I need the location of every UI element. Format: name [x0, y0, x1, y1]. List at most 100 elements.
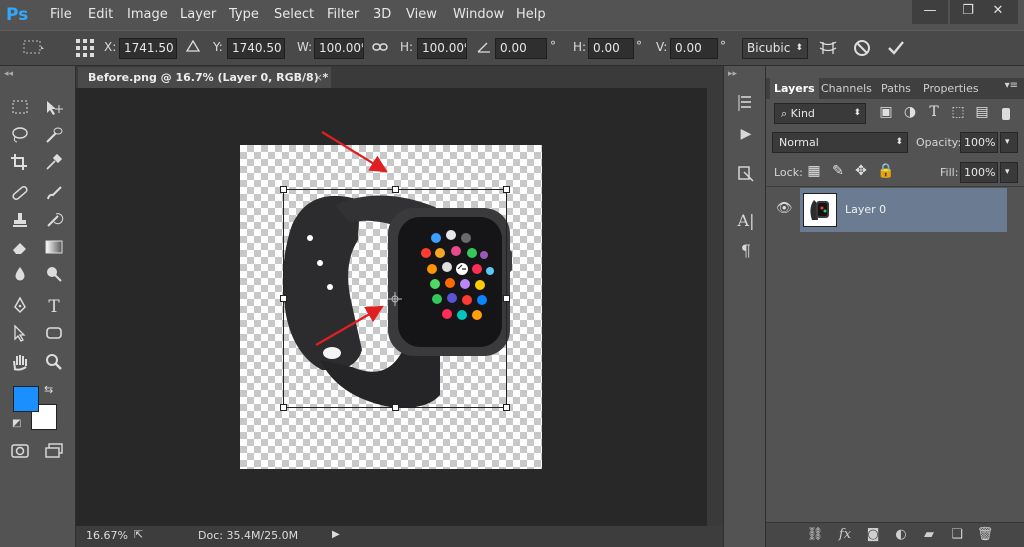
actions-play-icon[interactable]: ▶: [734, 122, 758, 146]
filter-type-icon[interactable]: T: [926, 104, 942, 120]
menu-window[interactable]: Window: [453, 0, 504, 30]
healing-brush-tool-icon[interactable]: [8, 184, 32, 206]
marquee-tool-icon[interactable]: [8, 99, 32, 121]
opacity-dropdown-icon[interactable]: ▾: [1000, 132, 1018, 153]
layer-row[interactable]: Layer 0: [800, 188, 1007, 232]
eraser-tool-icon[interactable]: [8, 238, 32, 260]
delta-icon[interactable]: [185, 39, 201, 57]
adjustments-panel-icon[interactable]: [734, 164, 758, 188]
type-tool-icon[interactable]: T: [42, 296, 66, 318]
lock-label: Lock:: [774, 166, 803, 179]
zoom-level[interactable]: 16.67%: [86, 529, 128, 542]
history-brush-tool-icon[interactable]: [42, 211, 66, 233]
link-icon[interactable]: [372, 40, 388, 58]
lock-position-icon[interactable]: ✥: [853, 163, 869, 179]
paragraph-panel-icon[interactable]: ¶: [734, 239, 758, 263]
filter-shape-icon[interactable]: ⬚: [950, 104, 966, 120]
menu-view[interactable]: View: [406, 0, 437, 30]
menu-layer[interactable]: Layer: [180, 0, 216, 30]
new-group-icon[interactable]: ▰: [920, 527, 938, 542]
status-menu-arrow-icon[interactable]: ▶: [332, 529, 340, 540]
gradient-tool-icon[interactable]: [42, 238, 66, 260]
path-selection-tool-icon[interactable]: [8, 324, 32, 346]
layer-name[interactable]: Layer 0: [845, 203, 886, 216]
close-window-button[interactable]: ✕: [978, 0, 1018, 24]
rotate-input[interactable]: 0.00: [495, 38, 547, 59]
dodge-tool-icon[interactable]: [42, 265, 66, 287]
hskew-input[interactable]: 0.00: [588, 38, 634, 59]
tab-close-icon[interactable]: ×: [314, 67, 323, 89]
interpolation-select[interactable]: Bicubic ⬍: [742, 38, 808, 59]
expand-panels-icon[interactable]: ▸▸: [728, 69, 737, 79]
menu-filter[interactable]: Filter: [327, 0, 359, 30]
filter-adjustment-icon[interactable]: ◑: [902, 104, 918, 120]
blend-mode-select[interactable]: Normal ⬍: [772, 132, 908, 153]
lock-image-icon[interactable]: ✎: [830, 163, 846, 179]
y-input[interactable]: 1740.50 p: [227, 38, 285, 59]
menu-select[interactable]: Select: [274, 0, 314, 30]
layer-visibility-cell[interactable]: 👁: [768, 188, 800, 232]
filter-smart-object-icon[interactable]: ▤: [974, 104, 990, 120]
quick-mask-icon[interactable]: [8, 442, 32, 464]
collapse-tools-icon[interactable]: ◂◂: [4, 69, 13, 79]
x-input[interactable]: 1741.50 p: [119, 38, 177, 59]
warp-icon[interactable]: [817, 38, 839, 62]
cancel-transform-icon[interactable]: [852, 38, 872, 62]
menu-image[interactable]: Image: [127, 0, 168, 30]
fill-input[interactable]: 100%: [960, 162, 998, 183]
minimize-button[interactable]: —: [912, 0, 948, 24]
pen-tool-icon[interactable]: [8, 296, 32, 318]
layer-style-icon[interactable]: fx: [836, 527, 854, 542]
filter-pixel-icon[interactable]: ▣: [878, 104, 894, 120]
clone-stamp-tool-icon[interactable]: [8, 211, 32, 233]
default-colors-icon[interactable]: ◩: [12, 418, 21, 429]
adjustment-layer-icon[interactable]: ◐: [892, 527, 910, 542]
brush-tool-icon[interactable]: [42, 184, 66, 206]
tab-paths[interactable]: Paths: [877, 78, 915, 99]
menu-3d[interactable]: 3D: [373, 0, 391, 30]
panel-menu-icon[interactable]: ▾≡: [1005, 80, 1018, 91]
width-input[interactable]: 100.00%: [314, 38, 364, 59]
foreground-color-swatch[interactable]: [13, 386, 39, 412]
transform-tool-icon[interactable]: [22, 38, 46, 60]
commit-transform-icon[interactable]: [886, 38, 906, 62]
vskew-input[interactable]: 0.00: [670, 38, 718, 59]
menu-file[interactable]: File: [50, 0, 72, 30]
lock-all-icon[interactable]: 🔒: [877, 163, 894, 179]
layer-filter-select[interactable]: ⌕ Kind ⬍: [774, 103, 866, 124]
delete-layer-icon[interactable]: 🗑: [976, 527, 994, 542]
zoom-tool-icon[interactable]: [42, 353, 66, 375]
tab-layers[interactable]: Layers: [770, 78, 819, 99]
rectangle-tool-icon[interactable]: [42, 324, 66, 346]
filter-toggle[interactable]: [1002, 108, 1010, 120]
menu-help[interactable]: Help: [516, 0, 546, 30]
hand-tool-icon[interactable]: [8, 353, 32, 375]
fill-dropdown-icon[interactable]: ▾: [1000, 162, 1018, 183]
move-tool-icon[interactable]: [42, 99, 66, 121]
photoshop-logo: Ps: [6, 5, 29, 25]
history-panel-icon[interactable]: [734, 93, 758, 117]
document-tab[interactable]: Before.png @ 16.7% (Layer 0, RGB/8) * ×: [78, 67, 331, 89]
menu-type[interactable]: Type: [229, 0, 259, 30]
quick-selection-tool-icon[interactable]: [42, 126, 66, 148]
eye-icon[interactable]: 👁: [776, 201, 793, 216]
lasso-tool-icon[interactable]: [8, 126, 32, 148]
reference-point-icon[interactable]: [74, 37, 96, 63]
share-icon[interactable]: ⇱: [134, 528, 143, 541]
blur-tool-icon[interactable]: [8, 265, 32, 287]
eyedropper-tool-icon[interactable]: [42, 153, 66, 175]
menu-edit[interactable]: Edit: [88, 0, 113, 30]
opacity-input[interactable]: 100%: [960, 132, 998, 153]
link-layers-icon[interactable]: ⛓: [806, 527, 824, 542]
add-mask-icon[interactable]: ◙: [864, 527, 882, 542]
character-panel-icon[interactable]: A|: [734, 209, 758, 233]
tab-properties[interactable]: Properties: [919, 78, 983, 99]
crop-tool-icon[interactable]: [8, 153, 32, 175]
lock-transparent-icon[interactable]: ▦: [806, 163, 822, 179]
vertical-scrollbar[interactable]: [707, 88, 723, 526]
height-input[interactable]: 100.00%: [417, 38, 467, 59]
screen-mode-icon[interactable]: [42, 442, 66, 464]
new-layer-icon[interactable]: ❏: [948, 527, 966, 542]
tab-channels[interactable]: Channels: [817, 78, 876, 99]
swap-colors-icon[interactable]: ⇆: [44, 383, 53, 396]
